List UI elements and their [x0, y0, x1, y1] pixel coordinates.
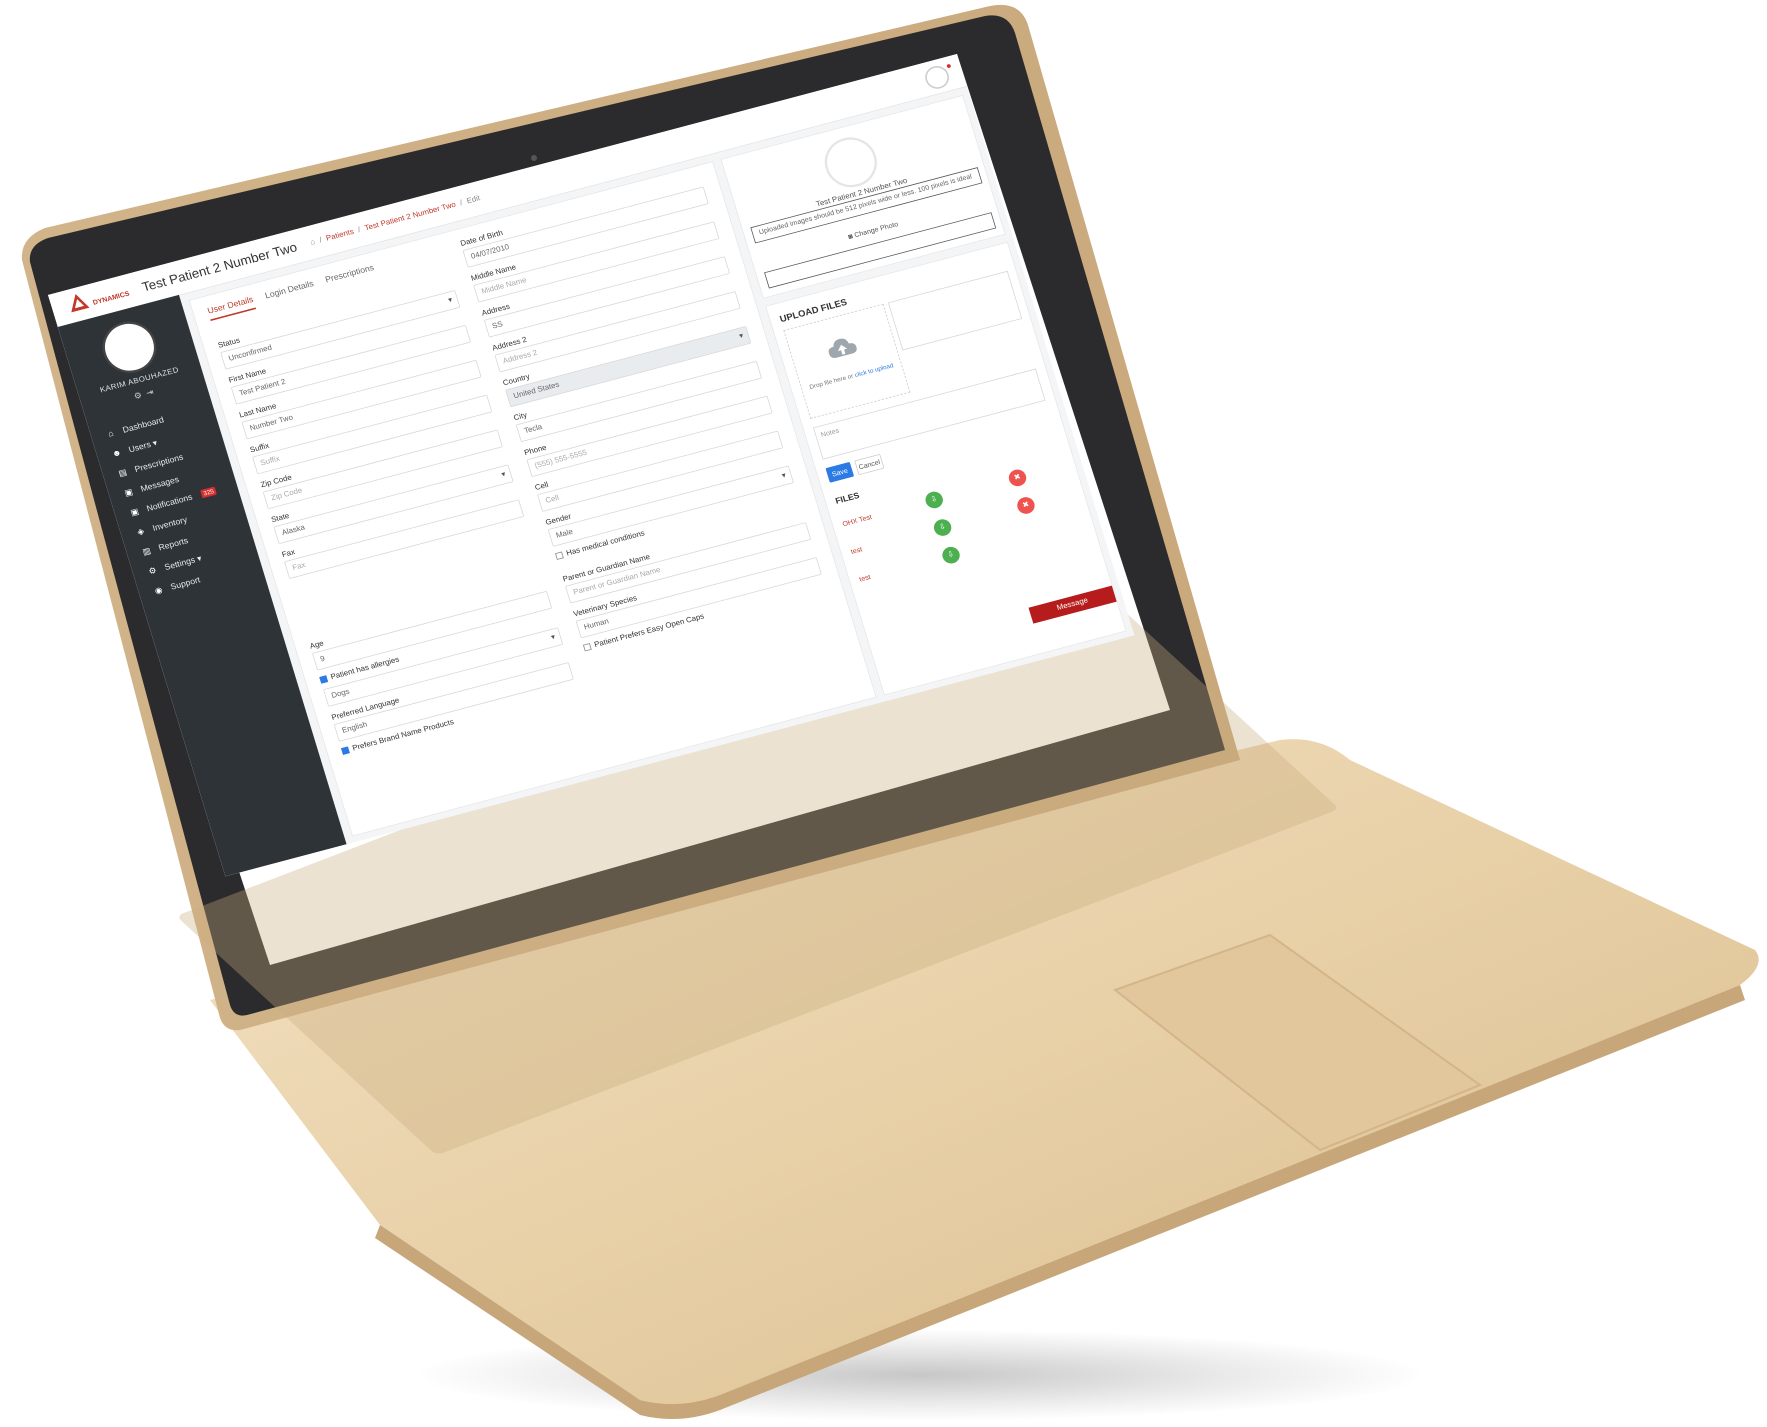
download-icon[interactable]: ⇩	[931, 517, 954, 538]
home-icon: ⌂	[106, 428, 115, 439]
chevron-down-icon: ▾	[738, 331, 745, 341]
bell-icon: ▣	[129, 506, 141, 518]
checkbox-checked	[319, 675, 329, 684]
tab-user-details[interactable]: User Details	[206, 295, 257, 321]
message-button[interactable]: Message	[1028, 585, 1117, 624]
download-icon[interactable]: ⇩	[923, 489, 945, 511]
file-name[interactable]: test	[858, 573, 871, 583]
chevron-down-icon: ▾	[550, 632, 557, 642]
box-icon: ◈	[136, 526, 146, 538]
download-icon[interactable]: ⇩	[940, 544, 962, 566]
notification-dot	[946, 63, 952, 69]
support-icon: ◉	[153, 585, 164, 597]
gear-icon: ⚙	[147, 565, 158, 577]
chevron-down-icon: ▾	[447, 295, 454, 305]
description-textarea[interactable]	[887, 270, 1023, 351]
checkbox-unchecked	[555, 551, 564, 560]
users-icon: ☻	[110, 447, 123, 459]
fax-input[interactable]: Fax	[284, 499, 525, 579]
chevron-down-icon: ▾	[780, 471, 788, 481]
breadcrumb-edit: Edit	[465, 194, 482, 206]
files-title: FILES	[834, 491, 861, 507]
home-icon[interactable]: ⌂	[309, 238, 316, 247]
dropzone-text: Drop file here or click to upload	[808, 361, 895, 391]
file-name[interactable]: test	[850, 545, 863, 555]
file-name[interactable]: OHX Test	[841, 513, 872, 528]
svg-text:DYNAMICS: DYNAMICS	[92, 290, 131, 306]
age-input[interactable]: 9	[311, 590, 553, 671]
save-button[interactable]: Save	[825, 461, 855, 483]
breadcrumb-patients[interactable]: Patients	[325, 228, 355, 243]
cloud-upload-icon	[828, 338, 857, 359]
tab-prescriptions[interactable]: Prescriptions	[324, 263, 376, 290]
gear-icon[interactable]: ⚙	[133, 391, 143, 402]
file-icon: ▤	[117, 467, 129, 479]
checkbox-checked	[341, 746, 350, 755]
notification-badge: 325	[200, 486, 218, 499]
fax-label: Fax	[280, 548, 297, 560]
trash-icon[interactable]: ✖	[1015, 495, 1037, 516]
camera-icon: ◙	[847, 232, 854, 241]
sidebar-avatar[interactable]	[96, 315, 163, 379]
tab-login-details[interactable]: Login Details	[264, 279, 316, 306]
click-to-upload-link[interactable]: click to upload	[854, 362, 894, 379]
trash-icon[interactable]: ✖	[1006, 467, 1029, 489]
patient-avatar	[818, 131, 884, 193]
file-dropzone[interactable]: Drop file here or click to upload	[783, 303, 911, 419]
message-icon: ▣	[123, 487, 135, 499]
report-icon: ▥	[141, 546, 153, 557]
checkbox-unchecked	[582, 643, 592, 652]
cancel-button[interactable]: Cancel	[854, 453, 885, 476]
chevron-down-icon: ▾	[500, 470, 507, 480]
logout-icon[interactable]: ⇥	[145, 388, 155, 399]
preferred-language-select[interactable]: English	[333, 662, 574, 742]
